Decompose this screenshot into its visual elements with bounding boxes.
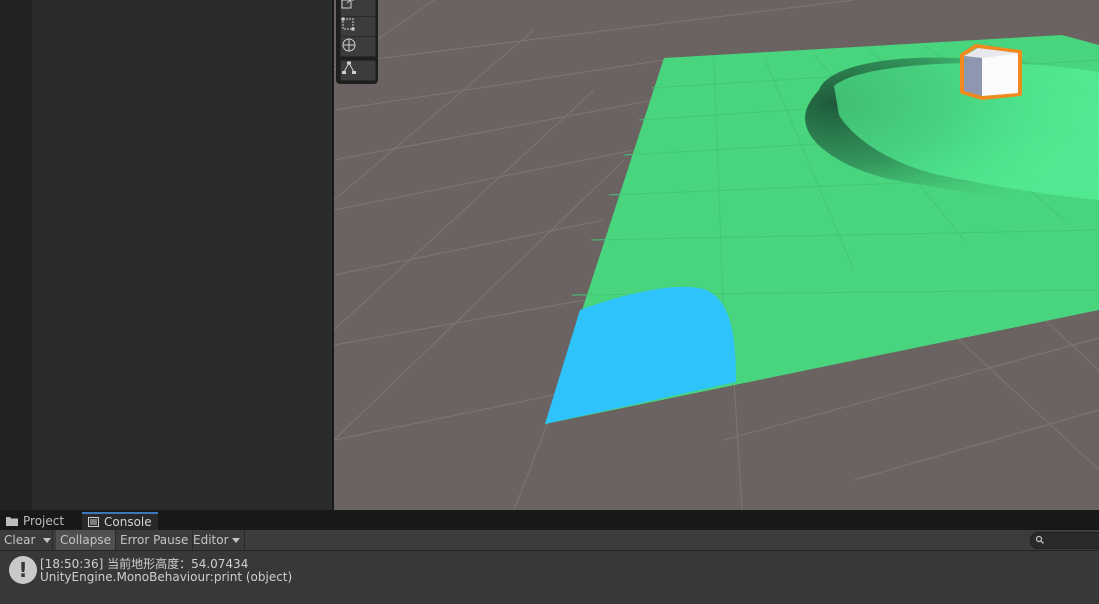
editor-dropdown[interactable]: Editor — [189, 530, 245, 550]
folder-icon — [6, 517, 18, 526]
tab-console[interactable]: Console — [82, 512, 158, 530]
editor-dropdown-label: Editor — [193, 533, 229, 547]
log-entry[interactable]: ! [18:50:36] 当前地形高度：54.07434 UnityEngine… — [0, 553, 1099, 587]
tab-project[interactable]: Project — [0, 512, 70, 530]
search-input[interactable] — [1030, 532, 1099, 549]
scene-canvas — [334, 0, 1099, 510]
clear-button[interactable]: Clear — [0, 530, 40, 550]
scale-icon — [341, 0, 354, 9]
rect-transform-icon — [341, 17, 355, 31]
custom-tool-icon — [342, 61, 356, 74]
bottom-tab-bar: Project Console — [0, 512, 1099, 530]
tab-console-label: Console — [104, 515, 152, 529]
tab-project-label: Project — [23, 514, 65, 528]
clear-button-label: Clear — [4, 533, 36, 547]
custom-tool-button[interactable] — [340, 60, 376, 81]
search-icon — [1035, 535, 1044, 544]
rect-tool-button[interactable] — [340, 16, 376, 37]
scene-view[interactable] — [334, 0, 1099, 510]
error-pause-toggle[interactable]: Error Pause — [116, 530, 194, 550]
left-toolbar-strip — [0, 0, 32, 510]
transform-tool-button[interactable] — [340, 36, 376, 57]
info-icon: ! — [9, 556, 37, 584]
log-stacktrace: UnityEngine.MonoBehaviour:print (object) — [40, 570, 293, 584]
console-log-area: ! [18:50:36] 当前地形高度：54.07434 UnityEngine… — [0, 551, 1099, 604]
collapse-toggle[interactable]: Collapse — [56, 530, 116, 550]
scene-tool-strip — [336, 0, 378, 84]
console-icon — [88, 517, 99, 527]
hierarchy-panel — [32, 0, 332, 510]
clear-options-dropdown[interactable] — [38, 530, 53, 550]
selected-cube[interactable] — [960, 44, 1022, 100]
collapse-toggle-label: Collapse — [60, 533, 111, 547]
transform-icon — [342, 38, 356, 52]
chevron-down-icon — [231, 537, 240, 543]
chevron-down-icon — [43, 537, 51, 543]
console-toolbar: Clear Collapse Error Pause Editor — [0, 530, 1099, 551]
error-pause-toggle-label: Error Pause — [120, 533, 189, 547]
scale-tool-button[interactable] — [340, 0, 376, 17]
